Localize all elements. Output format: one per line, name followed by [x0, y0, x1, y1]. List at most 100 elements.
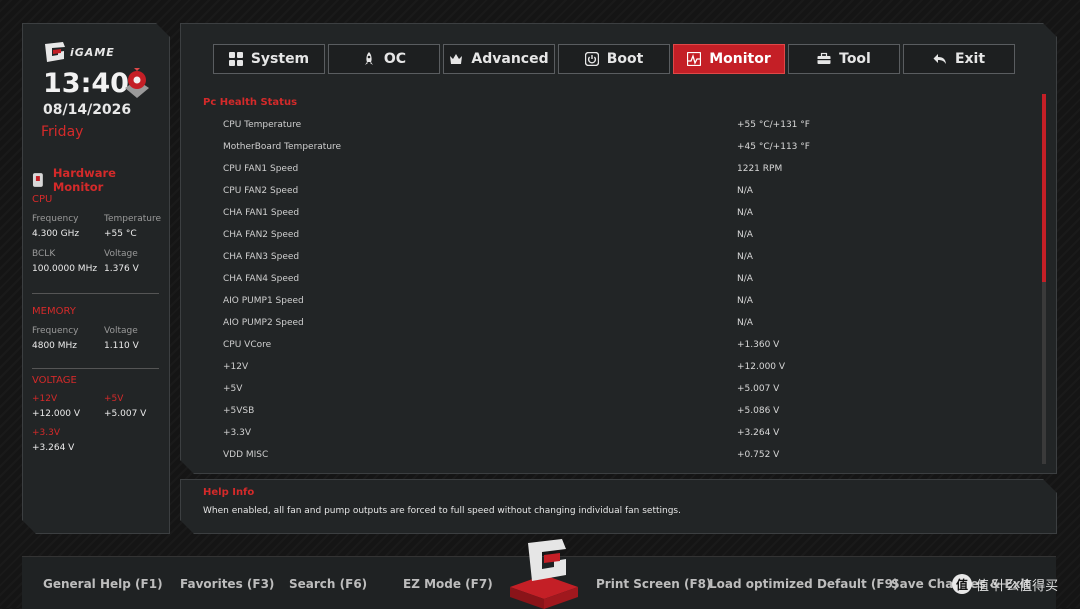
load-default-button[interactable]: Load optimized Default (F9)	[709, 577, 898, 591]
tab-monitor[interactable]: Monitor	[673, 44, 785, 74]
clock-mascot-icon	[121, 68, 153, 102]
watermark-logo-icon: 值	[952, 574, 972, 594]
health-row-name: +12V	[223, 362, 249, 372]
health-row-name: +5VSB	[223, 406, 255, 416]
print-screen-button[interactable]: Print Screen (F8)	[596, 577, 711, 591]
health-row-name: AIO PUMP1 Speed	[223, 296, 304, 306]
health-row-name: CPU Temperature	[223, 120, 302, 130]
brand-logo: iGAME	[43, 41, 115, 63]
tab-label: Exit	[954, 51, 986, 67]
health-row-name: CHA FAN3 Speed	[223, 252, 300, 262]
tab-label: Monitor	[709, 51, 771, 67]
health-row-value: N/A	[737, 230, 753, 240]
health-row-name: CPU FAN1 Speed	[223, 164, 299, 174]
health-row-name: CPU VCore	[223, 340, 272, 350]
health-row-value: +55 °C/+131 °F	[737, 120, 810, 130]
cpu-section-title: CPU	[32, 194, 53, 205]
tab-exit[interactable]: Exit	[903, 44, 1015, 74]
watermark: 值 值·什么值得买	[952, 574, 1058, 594]
health-row-name: CHA FAN1 Speed	[223, 208, 300, 218]
health-row-value: +5.086 V	[737, 406, 780, 416]
memory-voltage-value: 1.110 V	[104, 341, 139, 351]
scrollbar[interactable]	[1042, 94, 1046, 464]
health-row-value: +12.000 V	[737, 362, 786, 372]
favorites-button[interactable]: Favorites (F3)	[180, 577, 274, 591]
health-status-list: CPU Temperature +55 °C/+131 °F MotherBoard…	[223, 114, 1033, 466]
chip-icon	[31, 172, 45, 188]
left-info-panel: iGAME 13:40 08/14/2026 Friday Hardware M…	[22, 23, 170, 534]
igame-emblem-icon	[510, 539, 578, 609]
v5-value: +5.007 V	[104, 409, 147, 419]
tab-label: Advanced	[471, 51, 549, 67]
health-row[interactable]: +5VSB +5.086 V	[223, 400, 1033, 422]
health-row-name: VDD MISC	[223, 450, 269, 460]
v12-label: +12V	[32, 394, 58, 404]
health-row[interactable]: VDD MISC +0.752 V	[223, 444, 1033, 466]
health-row[interactable]: CHA FAN2 Speed N/A	[223, 224, 1033, 246]
health-row[interactable]: +5V +5.007 V	[223, 378, 1033, 400]
tab-boot[interactable]: Boot	[558, 44, 670, 74]
v33-value: +3.264 V	[32, 443, 75, 453]
bottom-bar: General Help (F1) Favorites (F3) Search …	[22, 539, 1056, 609]
tab-oc[interactable]: OC	[328, 44, 440, 74]
health-row[interactable]: CPU FAN2 Speed N/A	[223, 180, 1033, 202]
help-panel: Help Info When enabled, all fan and pump…	[180, 479, 1057, 534]
health-row-value: +45 °C/+113 °F	[737, 142, 810, 152]
cpu-voltage-label: Voltage	[104, 249, 138, 259]
health-row[interactable]: MotherBoard Temperature +45 °C/+113 °F	[223, 136, 1033, 158]
health-row-value: N/A	[737, 252, 753, 262]
cpu-bclk-label: BCLK	[32, 249, 56, 259]
tab-label: System	[250, 51, 310, 67]
toolbox-icon	[817, 52, 831, 66]
health-row-value: N/A	[737, 274, 753, 284]
health-row-value: N/A	[737, 318, 753, 328]
watermark-text: 值·什么值得买	[976, 578, 1059, 594]
health-row-name: MotherBoard Temperature	[223, 142, 342, 152]
search-button[interactable]: Search (F6)	[289, 577, 367, 591]
health-row-value: 1221 RPM	[737, 164, 783, 174]
health-row-name: +3.3V	[223, 428, 252, 438]
health-row-value: +5.007 V	[737, 384, 780, 394]
health-row[interactable]: CPU VCore +1.360 V	[223, 334, 1033, 356]
health-row[interactable]: CHA FAN4 Speed N/A	[223, 268, 1033, 290]
clock-date: 08/14/2026	[43, 102, 132, 118]
back-arrow-icon	[933, 52, 947, 66]
help-text: When enabled, all fan and pump outputs a…	[203, 506, 681, 516]
tab-advanced[interactable]: Advanced	[443, 44, 555, 74]
v33-label: +3.3V	[32, 428, 61, 438]
health-row[interactable]: +3.3V +3.264 V	[223, 422, 1033, 444]
health-row-value: N/A	[737, 208, 753, 218]
divider	[32, 293, 159, 294]
memory-section-title: MEMORY	[32, 306, 76, 317]
general-help-button[interactable]: General Help (F1)	[43, 577, 163, 591]
tab-tool[interactable]: Tool	[788, 44, 900, 74]
health-row[interactable]: CPU FAN1 Speed 1221 RPM	[223, 158, 1033, 180]
scrollbar-thumb[interactable]	[1042, 94, 1046, 282]
cpu-temperature-value: +55 °C	[104, 229, 137, 239]
health-row-name: CPU FAN2 Speed	[223, 186, 299, 196]
health-row[interactable]: +12V +12.000 V	[223, 356, 1033, 378]
ez-mode-button[interactable]: EZ Mode (F7)	[403, 577, 493, 591]
brand-logo-text: iGAME	[70, 45, 115, 59]
tab-system[interactable]: System	[213, 44, 325, 74]
health-row-name: CHA FAN2 Speed	[223, 230, 300, 240]
clock-time: 13:40	[43, 68, 129, 99]
hardware-monitor-title: Hardware Monitor	[31, 166, 169, 194]
cpu-voltage-value: 1.376 V	[104, 264, 139, 274]
health-row-name: +5V	[223, 384, 243, 394]
health-row-name: AIO PUMP2 Speed	[223, 318, 304, 328]
cpu-bclk-value: 100.0000 MHz	[32, 264, 98, 274]
health-row-value: +3.264 V	[737, 428, 780, 438]
health-row[interactable]: CPU Temperature +55 °C/+131 °F	[223, 114, 1033, 136]
health-row[interactable]: CHA FAN3 Speed N/A	[223, 246, 1033, 268]
health-row[interactable]: AIO PUMP1 Speed N/A	[223, 290, 1033, 312]
health-row-value: +1.360 V	[737, 340, 780, 350]
cpu-frequency-label: Frequency	[32, 214, 79, 224]
tab-bar: System OC Advanced Boot Monitor Tool Exi…	[213, 44, 1015, 74]
health-row[interactable]: AIO PUMP2 Speed N/A	[223, 312, 1033, 334]
health-row-name: CHA FAN4 Speed	[223, 274, 300, 284]
voltage-section-title: VOLTAGE	[32, 375, 77, 386]
health-row-value: N/A	[737, 296, 753, 306]
health-row[interactable]: CHA FAN1 Speed N/A	[223, 202, 1033, 224]
memory-voltage-label: Voltage	[104, 326, 138, 336]
